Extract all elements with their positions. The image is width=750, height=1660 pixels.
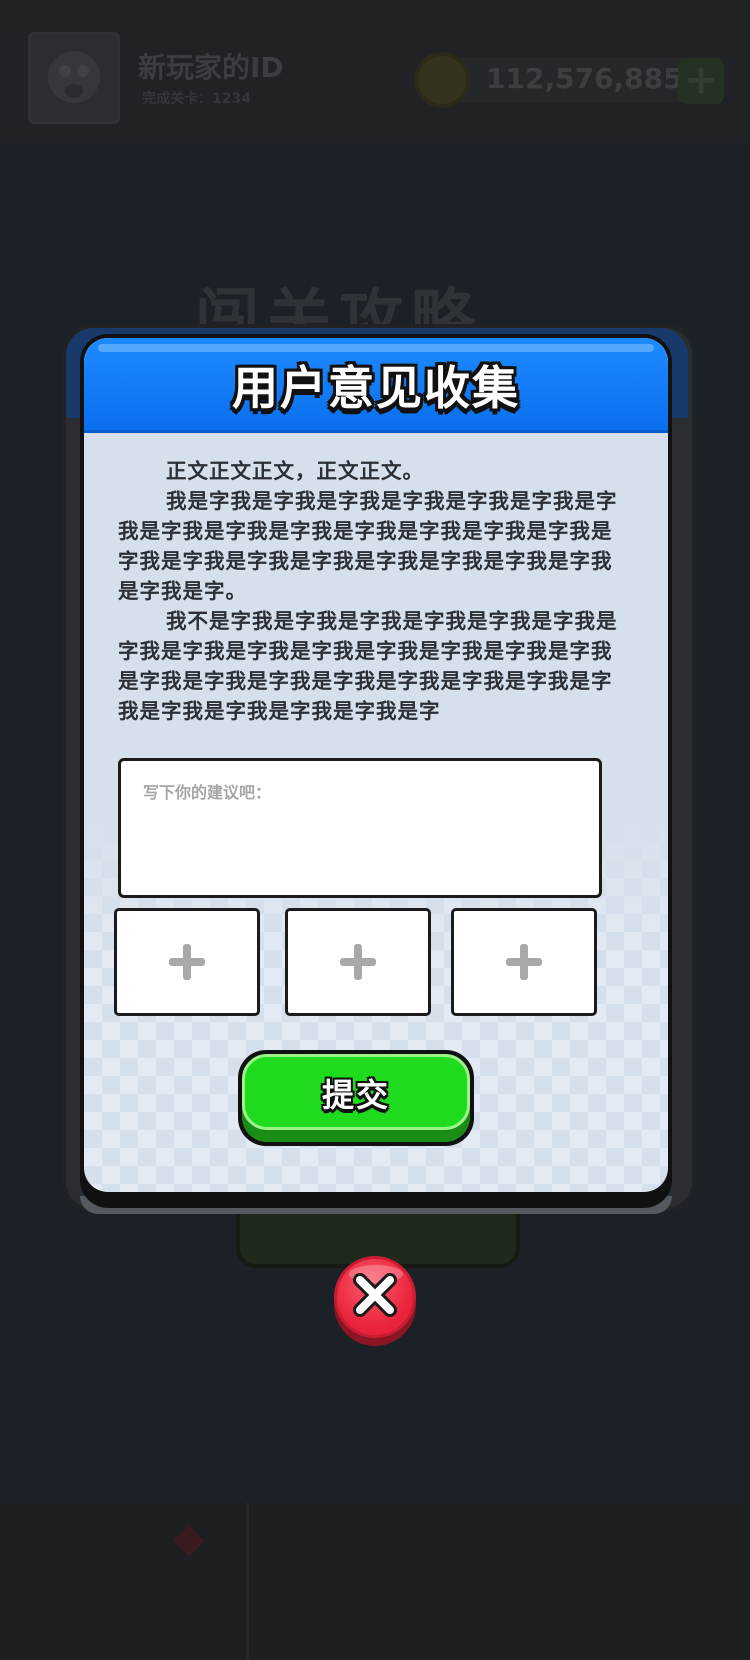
- plus-icon: [340, 944, 376, 980]
- close-button[interactable]: [334, 1256, 416, 1346]
- plus-icon: [169, 944, 205, 980]
- image-upload-slot-3[interactable]: [451, 908, 597, 1016]
- dialog-body: 用户意见收集 正文正文正文，正文正文。 我是字我是字我是字我是字我是字我是字我是…: [84, 338, 668, 1192]
- plus-icon: [506, 944, 542, 980]
- coin-count: 112,576,885: [486, 62, 683, 95]
- dialog-header: 用户意见收集: [84, 338, 668, 433]
- feedback-dialog: 用户意见收集 正文正文正文，正文正文。 我是字我是字我是字我是字我是字我是字我是…: [80, 334, 672, 1208]
- player-name: 新玩家的ID: [138, 51, 284, 84]
- bottom-bar: [0, 1503, 750, 1660]
- paragraph: 正文正文正文，正文正文。: [166, 459, 424, 483]
- dialog-title: 用户意见收集: [232, 361, 520, 415]
- suggestion-input[interactable]: [121, 761, 599, 895]
- player-progress: 完成关卡：1234: [142, 91, 251, 107]
- paragraph: 我不是字我是字我是字我是字我是字我是字我是字我是字我是字我是字我是字我是字我是字…: [118, 609, 618, 723]
- avatar: [28, 32, 120, 124]
- submit-button[interactable]: 提交: [238, 1050, 474, 1146]
- image-upload-slot-1[interactable]: [114, 908, 260, 1016]
- close-x-icon: [353, 1273, 397, 1317]
- dialog-description: 正文正文正文，正文正文。 我是字我是字我是字我是字我是字我是字我是字我是字我是字…: [118, 456, 626, 726]
- suggestion-box: [118, 758, 602, 898]
- paragraph: 我是字我是字我是字我是字我是字我是字我是字我是字我是字我是字我是字我是字我是字我…: [118, 489, 618, 603]
- bottom-bar-divider: [246, 1503, 249, 1660]
- submit-button-label: 提交: [321, 1076, 390, 1114]
- avatar-face-icon: [48, 51, 100, 103]
- add-coins-button[interactable]: +: [678, 58, 724, 104]
- image-upload-slot-2[interactable]: [285, 908, 431, 1016]
- coin-icon: [414, 52, 470, 108]
